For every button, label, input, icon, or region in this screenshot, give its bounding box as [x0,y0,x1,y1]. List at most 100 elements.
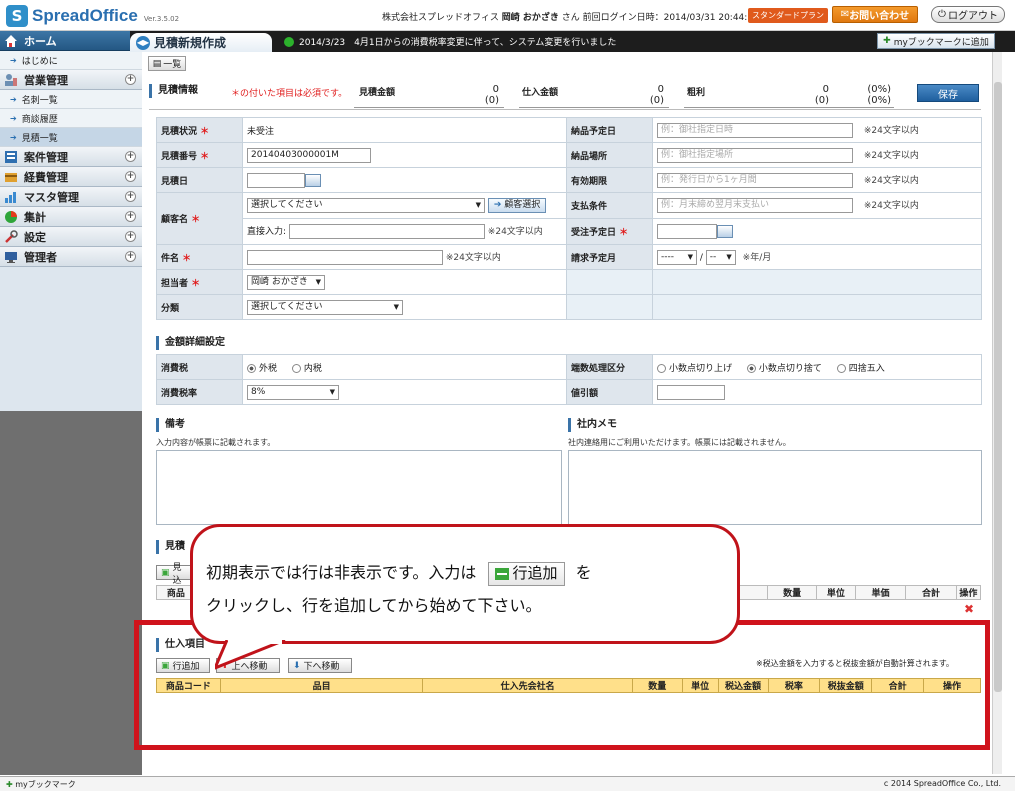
add-row-icon: ▣ [161,660,170,671]
col-header: 操作 [959,589,978,599]
round-half-label: 四捨五入 [848,363,885,374]
section-title: 見積情報 [149,84,198,98]
login-info: 株式会社スプレッドオフィス 岡崎 おかざき さん 前回ログイン日時：2014/0… [382,10,759,23]
billing-note: ※年/月 [742,252,772,263]
empty-cell [566,269,653,295]
footer-bookmark[interactable]: ✚ myブックマーク [6,779,76,790]
empty-cell [652,294,982,320]
logout-button[interactable]: ⏻ ログアウト [931,6,1005,23]
news-ticker[interactable]: 2014/3/23 4月1日からの消費税率変更に伴って、システム変更を行いました [284,35,616,48]
list-button[interactable]: ▤ 一覧 [148,56,186,71]
estimate-amount: 0 [492,84,499,95]
sidebar-item-intro[interactable]: ➔ はじめに [0,51,142,70]
remarks-textarea[interactable] [156,450,562,525]
delivery-date-input[interactable]: 例：御社指定日時 [657,122,853,138]
expand-icon[interactable]: + [125,74,136,85]
billing-label: 請求予定月 [566,244,653,270]
memo-textarea[interactable] [568,450,982,525]
sidebar-item-sales[interactable]: 営業管理 + [0,70,142,90]
payment-input[interactable]: 例：月末締め翌月末支払い [657,198,853,213]
sidebar-item-label: 設定 [24,230,46,244]
sidebar-item-cards[interactable]: ➔ 名刺一覧 [0,90,142,109]
estimate-add-row-button[interactable]: ▣ 見込 [156,563,192,586]
expand-icon[interactable]: + [125,151,136,162]
tax-rate-select[interactable]: 8% [247,384,339,400]
tab-new-estimate[interactable]: ◀▶ 見積新規作成 [130,33,272,52]
customer-select-button[interactable]: ➔ 顧客選択 [487,198,547,213]
scrollbar[interactable] [992,52,1002,774]
calendar-icon[interactable] [717,225,733,238]
round-half-radio[interactable] [836,363,846,373]
last-login: 前回ログイン日時：2014/03/31 20:44:09 [582,13,759,23]
order-date-cell [652,218,982,245]
validity-input[interactable]: 例：発行日から1ヶ月間 [657,172,853,188]
owner-label-text: 担当者 [161,278,189,289]
tax-exclusive-radio[interactable] [247,363,256,373]
number-label-text: 見積番号 [161,151,198,162]
estimate-number-input[interactable]: 20140403000001M [247,147,371,163]
sidebar-item-estimates[interactable]: ➔ 見積一覧 [0,128,142,147]
subject-input[interactable] [247,249,443,265]
billing-month-select[interactable]: -- [705,249,736,265]
version-label: Ver.3.5.02 [143,15,180,23]
list-label: 一覧 [163,60,182,70]
estimate-add-row-label: 見込 [172,562,182,586]
status-label: 見積状況 ＊ [156,117,243,143]
owner-select[interactable]: 岡崎 おかざき [247,274,325,290]
move-down-button[interactable]: ⬇ 下へ移動 [288,658,352,673]
order-date-input[interactable] [657,224,717,239]
direct-input[interactable] [288,224,485,239]
discount-label: 値引額 [566,379,653,405]
tax-exclusive-label: 外税 [259,363,278,374]
sidebar-item-label: 案件管理 [24,150,68,164]
discount-input[interactable] [657,384,725,400]
sidebar-item-projects[interactable]: 案件管理 + [0,147,142,167]
round-down-radio[interactable] [746,363,756,373]
logo[interactable]: S SpreadOffice Ver.3.5.02 [6,5,179,27]
billing-year-select[interactable]: ---- [657,249,697,265]
category-select[interactable]: 選択してください [247,299,403,315]
add-bookmark-button[interactable]: ✚ myブックマークに追加 [877,33,995,49]
owner-cell: 岡崎 おかざき [242,269,567,295]
limit-note: ※24文字以内 [445,252,501,263]
delivery-date-cell: 例：御社指定日時 ※24文字以内 [652,117,982,143]
logout-icon: ⏻ [938,9,946,20]
copyright: c 2014 SpreadOffice Co., Ltd. [883,779,1001,788]
sidebar-item-master[interactable]: マスタ管理 + [0,187,142,207]
sidebar-item-admin[interactable]: 管理者 + [0,247,142,267]
estimate-date-input[interactable] [247,172,305,188]
bookmark-icon: ✚ [883,36,891,46]
delete-icon[interactable]: ✖ [962,602,976,616]
sidebar-item-home[interactable]: ホーム [0,31,142,51]
delivery-place-input[interactable]: 例：御社指定場所 [657,147,853,163]
customer-select[interactable]: 選択してください [247,198,485,213]
sidebar-item-settings[interactable]: 設定 + [0,227,142,247]
expand-icon[interactable]: + [125,211,136,222]
required-note-text: ＊の付いた項目は必須です。 [231,89,348,99]
estimate-info-header: 見積情報 ＊の付いた項目は必須です。 見積金額 0 (0) 仕入金額 0 (0)… [149,80,981,110]
sidebar-item-negotiations[interactable]: ➔ 商談履歴 [0,109,142,128]
expand-icon[interactable]: + [125,231,136,242]
expand-icon[interactable]: + [125,191,136,202]
owner-label: 担当者 ＊ [156,269,243,295]
save-button[interactable]: 保存 [917,84,979,102]
calendar-icon[interactable] [305,173,321,187]
sidebar-item-expenses[interactable]: 経費管理 + [0,167,142,187]
date-label: 見積日 [156,167,243,193]
sidebar-item-totals[interactable]: 集計 + [0,207,142,227]
tab-label: 見積新規作成 [154,36,227,50]
tab-bar: ◀▶ 見積新規作成 2014/3/23 4月1日からの消費税率変更に伴って、シス… [130,31,1015,52]
col-header: 合計 [872,679,925,692]
back-icon[interactable]: ◀▶ [136,35,150,50]
add-row-label: 行追加 [172,662,200,672]
tax-inclusive-radio[interactable] [291,363,301,373]
contact-button[interactable]: ✉ お問い合わせ [832,6,918,23]
scrollbar-thumb[interactable] [994,82,1002,692]
round-up-radio[interactable] [657,363,666,373]
expand-icon[interactable]: + [125,171,136,182]
sidebar-item-label: 見積一覧 [21,133,58,144]
delivery-place-cell: 例：御社指定場所 ※24文字以内 [652,142,982,168]
add-row-icon [494,567,509,580]
expand-icon[interactable]: + [125,251,136,262]
add-row-button[interactable]: ▣ 行追加 [156,658,210,673]
